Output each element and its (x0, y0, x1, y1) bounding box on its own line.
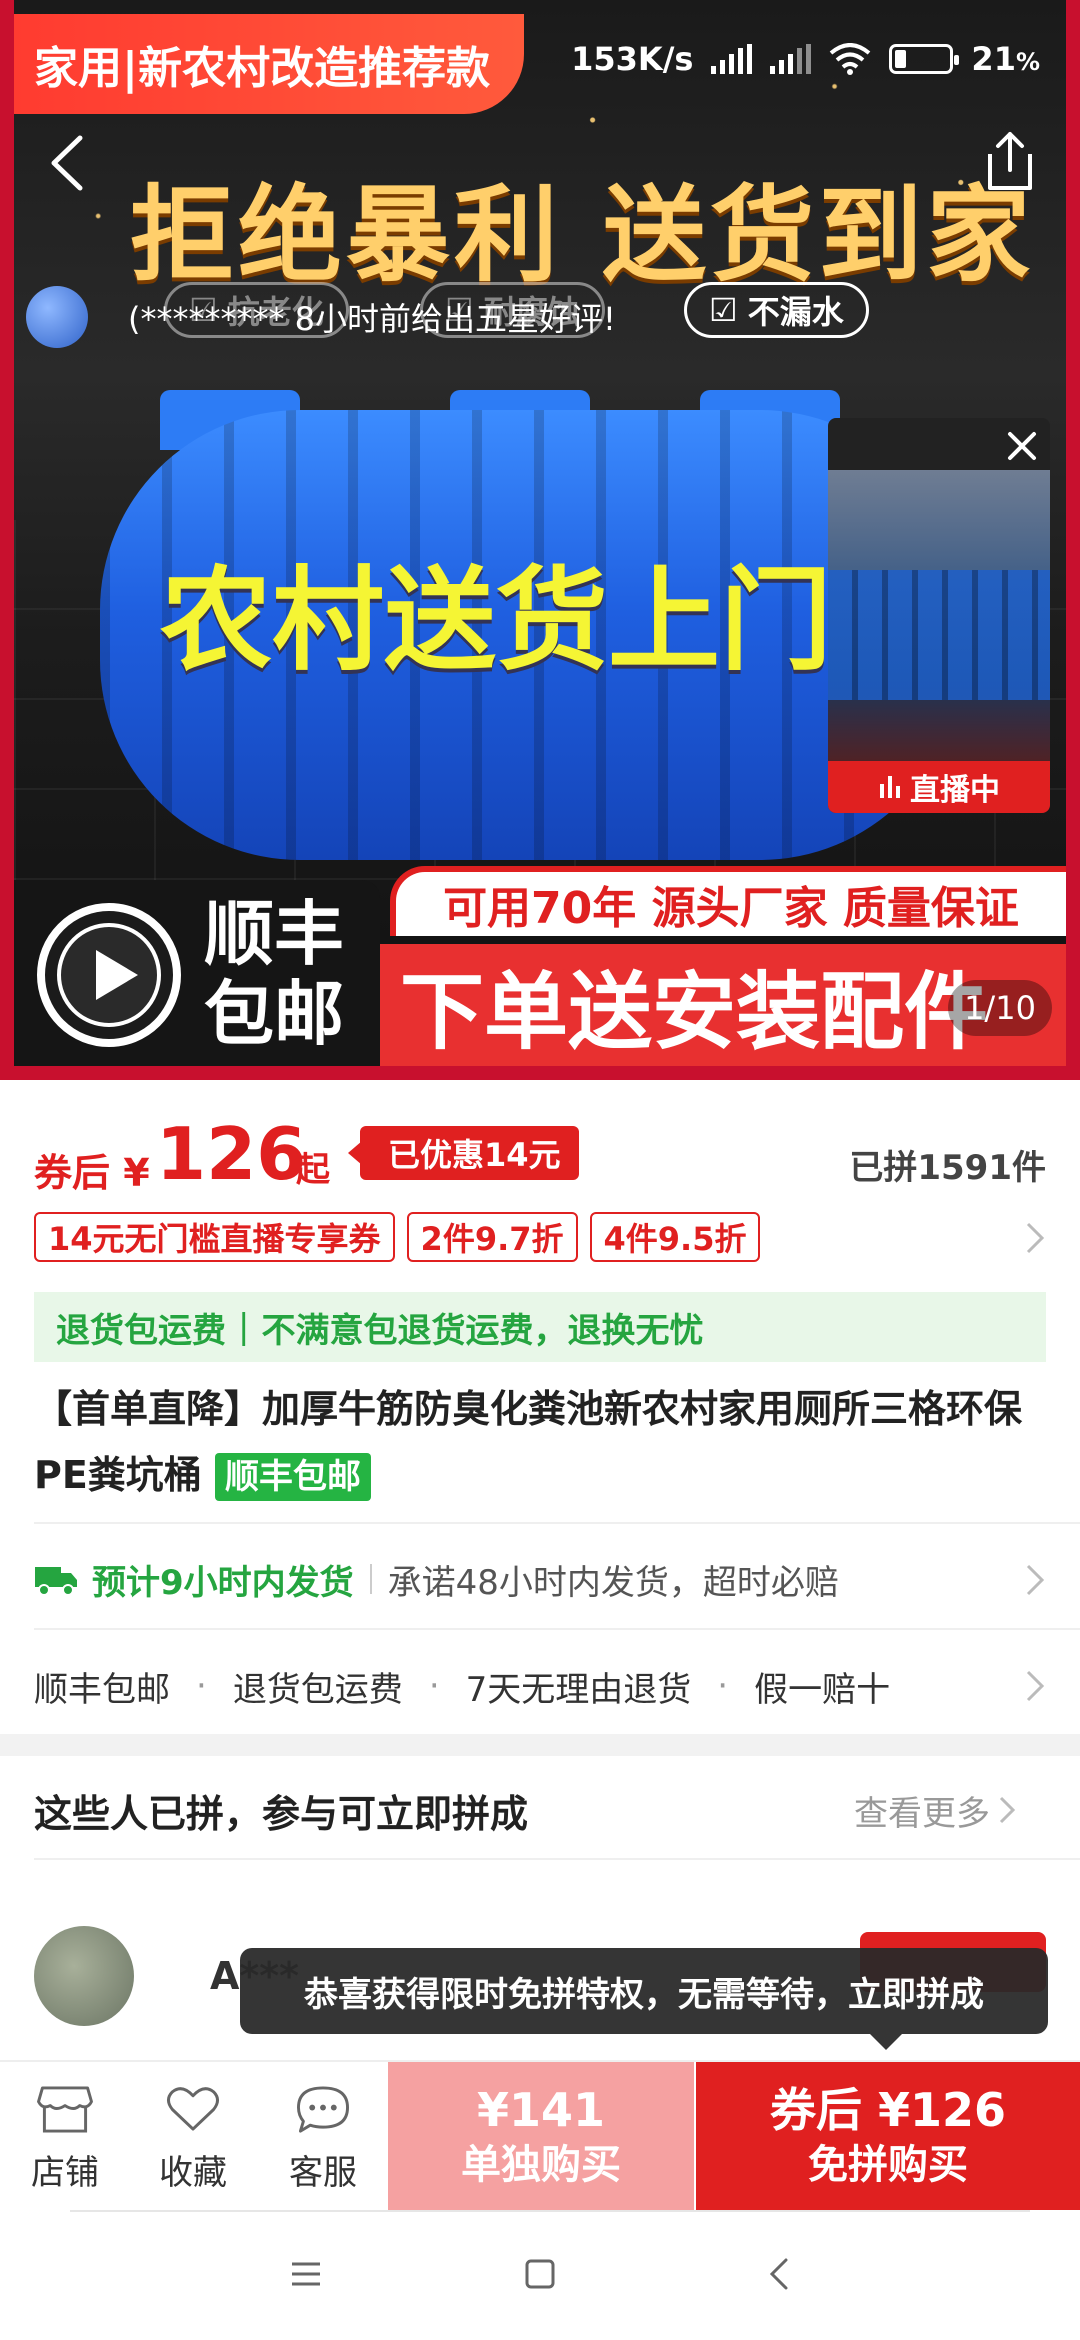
service-fake-compensation: 假一赔十 (754, 1669, 891, 1710)
system-navigation-bar (0, 2210, 1080, 2340)
price-value: 126 (156, 1112, 307, 1196)
store-button[interactable]: 店铺 (10, 2084, 120, 2194)
sf-badge-text: 顺丰 包邮 (204, 893, 344, 1055)
reviewer-avatar (26, 286, 88, 348)
feature-tag-anti-aging: ☑ 抗老化 (164, 282, 349, 338)
store-icon (37, 2086, 93, 2133)
chat-icon (297, 2086, 349, 2133)
battery-level: 21% (971, 40, 1040, 78)
shipping-promise: 承诺48小时内发货，超时必赔 (387, 1562, 839, 1603)
home-icon[interactable] (520, 2254, 560, 2294)
group-buy-header: 这些人已拼，参与可立即拼成 查看更多 (34, 1780, 1046, 1840)
service-guarantees[interactable]: 顺丰包邮 · 退货包运费 · 7天无理由退货 · 假一赔十 (34, 1656, 1046, 1716)
quality-banner: 可用70年 源头厂家 质量保证 (390, 866, 1066, 936)
discount-badge: 已优惠14元 (348, 1126, 579, 1180)
divider (34, 1522, 1080, 1524)
price-suffix: 起 (296, 1150, 330, 1190)
view-more-link[interactable]: 查看更多 (854, 1786, 1016, 1835)
avatar (34, 1926, 134, 2026)
buy-alone-price: ¥141 (476, 2083, 606, 2137)
buy-alone-button[interactable]: ¥141 单独购买 (388, 2062, 694, 2212)
return-shipping-bar: 退货包运费 | 不满意包退货运费，退换无忧 (34, 1292, 1046, 1362)
shipping-estimate: 预计9小时内发货 (92, 1562, 354, 1603)
back-arrow-icon[interactable] (40, 128, 100, 198)
sf-shipping-tag: 顺丰包邮 (215, 1453, 372, 1501)
image-page-indicator: 1/10 (948, 980, 1052, 1036)
live-stream-preview[interactable]: 直播中 (828, 418, 1050, 813)
buy-now-label: 免拼购买 (808, 2142, 968, 2188)
product-image-carousel[interactable]: 家用|新农村改造推荐款 153K/s 21% 拒绝暴利 送货到家 (******… (0, 0, 1080, 1080)
return-bar-left: 退货包运费 (56, 1310, 226, 1351)
promo-tag-text: 家用|新农村改造推荐款 (34, 43, 491, 94)
buy-now-price: 券后 ¥126 (769, 2083, 1007, 2137)
product-page: 家用|新农村改造推荐款 153K/s 21% 拒绝暴利 送货到家 (******… (0, 0, 1080, 2340)
bottom-action-bar: 店铺 收藏 客服 ¥141 单独购买 券后 ¥126 免拼购买 (0, 2060, 1080, 2212)
return-bar-right: 不满意包退货运费，退换无忧 (261, 1310, 704, 1351)
feature-tag-anti-corrosion: ☑ 耐腐蚀 (420, 282, 605, 338)
coupon-live-exclusive[interactable]: 14元无门槛直播专享券 (34, 1212, 395, 1262)
instant-group-toast: 恭喜获得限时免拼特权，无需等待，立即拼成 (240, 1948, 1048, 2050)
truck-icon (35, 1567, 77, 1596)
status-bar: 153K/s 21% (571, 40, 1040, 78)
product-title: 【首单直降】加厚牛筋防臭化粪池新农村家用厕所三格环保PE粪坑桶 顺丰包邮 (34, 1376, 1046, 1508)
service-return-shipping: 退货包运费 (232, 1669, 403, 1710)
service-sf-shipping: 顺丰包邮 (34, 1669, 170, 1710)
hero-headline: 拒绝暴利 送货到家 (130, 174, 1035, 296)
sf-free-shipping-badge: 顺丰 包邮 (14, 880, 380, 1066)
tank-overlay-text: 农村送货上门 (160, 556, 832, 686)
divider (34, 1858, 1080, 1860)
wifi-icon (830, 43, 871, 75)
signal-hd-icon (770, 44, 812, 74)
promo-tag: 家用|新农村改造推荐款 (14, 14, 524, 114)
service-7-day-return: 7天无理由退货 (465, 1669, 692, 1710)
signal-icon (711, 44, 753, 74)
price-row: 券后 ¥ 126 起 已优惠14元 已拼1591件 (34, 1112, 1046, 1198)
chevron-right-icon[interactable] (1024, 1562, 1046, 1598)
feature-tag-no-leak: ☑ 不漏水 (684, 282, 869, 338)
live-bars-icon (880, 776, 900, 798)
coupon-four-items[interactable]: 4件9.5折 (589, 1212, 761, 1262)
play-video-icon[interactable] (34, 900, 184, 1050)
coupon-row[interactable]: 14元无门槛直播专享券 2件9.7折 4件9.5折 (34, 1212, 1046, 1262)
buy-alone-label: 单独购买 (461, 2142, 621, 2188)
back-icon[interactable] (760, 2254, 800, 2294)
customer-service-button[interactable]: 客服 (268, 2084, 378, 2194)
chevron-right-icon[interactable] (1024, 1220, 1046, 1256)
coupon-two-items[interactable]: 2件9.7折 (406, 1212, 578, 1262)
favorite-button[interactable]: 收藏 (138, 2084, 248, 2194)
net-speed: 153K/s (571, 40, 694, 78)
heart-icon (167, 2087, 219, 2131)
sold-count: 已拼1591件 (849, 1148, 1046, 1188)
price-prefix: 券后 ¥ (34, 1151, 150, 1195)
chevron-right-icon[interactable] (1024, 1668, 1046, 1704)
chevron-right-icon (999, 1796, 1016, 1824)
battery-icon (889, 44, 960, 74)
divider (34, 1628, 1080, 1630)
menu-icon[interactable] (286, 2254, 326, 2294)
live-badge: 直播中 (828, 761, 1050, 813)
section-separator (0, 1734, 1080, 1756)
buy-now-no-group-button[interactable]: 券后 ¥126 免拼购买 (696, 2062, 1080, 2212)
live-stream-thumbnail (828, 470, 1050, 770)
shipping-row[interactable]: 预计9小时内发货 承诺48小时内发货，超时必赔 (34, 1548, 1046, 1610)
close-icon[interactable] (1002, 426, 1042, 466)
group-buy-heading: 这些人已拼，参与可立即拼成 (34, 1791, 529, 1836)
